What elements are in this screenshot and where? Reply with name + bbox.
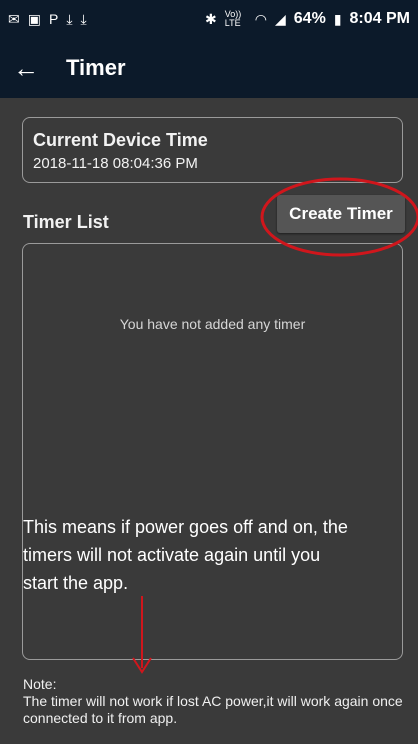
gallery-icon: ▣ bbox=[27, 11, 41, 27]
status-time: 8:04 PM bbox=[349, 10, 410, 27]
bluetooth-icon: ✱ bbox=[205, 11, 217, 27]
mail-icon: ✉ bbox=[8, 11, 20, 27]
annotation-arrow-head bbox=[132, 657, 152, 674]
note-text: The timer will not work if lost AC power… bbox=[23, 693, 403, 726]
device-time-value: 2018-11-18 08:04:36 PM bbox=[33, 155, 198, 172]
device-time-label: Current Device Time bbox=[33, 130, 208, 150]
wifi-icon: ◠ bbox=[254, 11, 267, 27]
timer-list-container: You have not added any timer bbox=[22, 243, 403, 660]
empty-list-message: You have not added any timer bbox=[119, 316, 306, 332]
annotation-text: This means if power goes off and on, the… bbox=[23, 517, 348, 593]
note-section: Note: The timer will not work if lost AC… bbox=[23, 676, 408, 727]
app-bar: ← Timer bbox=[0, 38, 418, 98]
volte-icon: Vo)) LTE bbox=[224, 9, 242, 28]
signal-icon: ◢ bbox=[275, 11, 286, 27]
status-left-icons: ✉ ▣ P ⤓ ⤓ bbox=[8, 12, 87, 26]
battery-icon: ▮ bbox=[333, 11, 342, 27]
timer-list-label: Timer List bbox=[23, 212, 109, 232]
download-icon: ⤓ bbox=[66, 11, 73, 27]
note-title: Note: bbox=[23, 676, 57, 692]
device-time-card: Current Device Time 2018-11-18 08:04:36 … bbox=[22, 117, 403, 183]
back-arrow-icon[interactable]: ← bbox=[0, 55, 52, 81]
download-icon: ⤓ bbox=[80, 11, 87, 27]
paypal-icon: P bbox=[48, 11, 59, 27]
status-bar: ✉ ▣ P ⤓ ⤓ ✱ Vo)) LTE ◠ ◢ 64% ▮ 8:04 PM bbox=[0, 0, 418, 38]
page-title: Timer bbox=[66, 55, 126, 80]
status-right-icons: ✱ Vo)) LTE ◠ ◢ 64% ▮ 8:04 PM bbox=[205, 10, 410, 28]
battery-percent: 64% bbox=[293, 10, 326, 27]
create-timer-button[interactable]: Create Timer bbox=[277, 195, 405, 233]
